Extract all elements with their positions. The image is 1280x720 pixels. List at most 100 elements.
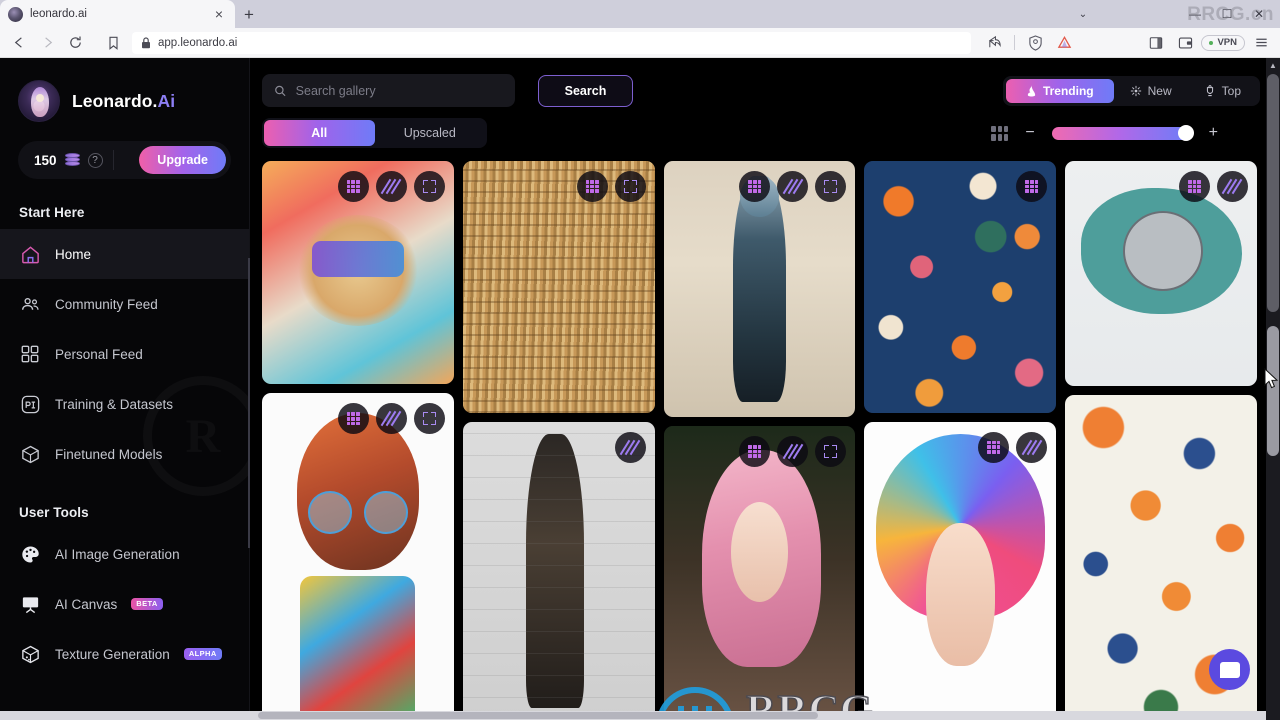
zoom-in-button[interactable]: + (1209, 125, 1218, 141)
maximize-button[interactable]: ☐ (1212, 1, 1242, 27)
gallery-card[interactable] (462, 421, 655, 720)
vpn-label: VPN (1217, 37, 1237, 48)
pixels-icon[interactable] (337, 171, 369, 202)
pixels-icon[interactable] (739, 171, 771, 202)
gallery-card[interactable] (864, 161, 1057, 413)
pixels-icon[interactable] (1178, 171, 1210, 202)
brand-logo-block[interactable]: Leonardo.Ai (0, 58, 249, 122)
sidebar-item-personal-feed[interactable]: Personal Feed (0, 329, 249, 379)
horizontal-scrollbar[interactable] (0, 711, 1266, 720)
training-datasets-icon (19, 393, 41, 415)
gallery-card[interactable] (1065, 161, 1257, 387)
filter-new-button[interactable]: New (1114, 79, 1188, 103)
scrollbar-thumb-inner[interactable] (1267, 326, 1279, 456)
minimize-button[interactable]: — (1180, 1, 1210, 27)
scrollbar-thumb-horizontal[interactable] (258, 712, 818, 719)
sidebar-item-community-feed[interactable]: Community Feed (0, 279, 249, 329)
badge-beta: BETA (131, 597, 163, 611)
vpn-toggle[interactable]: VPN (1201, 34, 1245, 51)
canvas-easel-icon (19, 593, 41, 615)
address-bar[interactable]: app.leonardo.ai (132, 31, 972, 54)
share-icon[interactable] (981, 30, 1007, 56)
scrollbar-thumb-outer[interactable] (1267, 74, 1279, 312)
sidebar-item-label: AI Canvas (55, 596, 118, 612)
pixels-icon[interactable] (576, 171, 608, 202)
sidebar-item-texture-generation[interactable]: Texture Generation ALPHA (0, 629, 249, 679)
sidebar-item-finetuned-models[interactable]: Finetuned Models (0, 429, 249, 479)
pixels-icon[interactable] (1016, 171, 1048, 202)
pixels-icon[interactable] (337, 403, 369, 435)
gallery-card[interactable] (663, 161, 856, 418)
upgrade-button[interactable]: Upgrade (139, 146, 226, 174)
card-actions (1016, 171, 1048, 202)
slash-icon[interactable] (375, 403, 407, 435)
slash-icon[interactable] (375, 171, 407, 202)
filter-top-button[interactable]: Top (1188, 79, 1257, 103)
expand-icon[interactable] (413, 171, 445, 202)
slash-icon[interactable] (1216, 171, 1248, 202)
zoom-slider[interactable] (1051, 125, 1194, 141)
grid-density-icon[interactable] (991, 125, 1009, 141)
search-button[interactable]: Search (538, 74, 633, 107)
credit-coins-icon (64, 153, 80, 167)
tab-upscaled[interactable]: Upscaled (375, 120, 486, 146)
intercom-chat-icon[interactable] (1209, 649, 1250, 690)
pixels-icon[interactable] (978, 431, 1010, 463)
browser-tab-title: leonardo.ai (30, 8, 87, 20)
sidebar-item-home[interactable]: Home (0, 229, 249, 279)
sidebar-item-ai-canvas[interactable]: AI Canvas BETA (0, 579, 249, 629)
hamburger-menu-icon[interactable] (1248, 30, 1274, 56)
expand-icon[interactable] (815, 436, 847, 468)
brave-leo-icon[interactable] (1051, 30, 1077, 56)
forward-icon[interactable] (34, 30, 60, 56)
artwork-image (663, 426, 856, 720)
search-input[interactable] (295, 83, 503, 98)
back-icon[interactable] (6, 30, 32, 56)
close-window-button[interactable]: ✕ (1244, 1, 1274, 27)
tab-all[interactable]: All (264, 120, 375, 146)
personal-feed-icon (19, 343, 41, 365)
gallery-card[interactable] (262, 393, 454, 720)
new-tab-button[interactable]: + (235, 2, 263, 28)
expand-icon[interactable] (614, 171, 646, 202)
wallet-icon[interactable] (1172, 30, 1198, 56)
bookmark-icon[interactable] (100, 30, 126, 56)
search-field-wrapper[interactable] (262, 74, 515, 107)
sidebar-item-ai-image-generation[interactable]: AI Image Generation (0, 529, 249, 579)
expand-icon[interactable] (413, 403, 445, 435)
gallery-card[interactable] (462, 161, 655, 413)
leonardo-favicon-icon (8, 6, 23, 22)
url-text: app.leonardo.ai (158, 36, 238, 49)
zoom-out-button[interactable]: − (1025, 125, 1034, 141)
gallery-card[interactable] (864, 421, 1057, 720)
slash-icon[interactable] (777, 436, 809, 468)
gallery-card[interactable] (262, 161, 454, 385)
card-actions (1178, 171, 1248, 202)
browser-tab[interactable]: leonardo.ai × (0, 0, 235, 28)
slash-icon[interactable] (777, 171, 809, 202)
slash-icon[interactable] (1016, 431, 1048, 463)
gallery-grid (262, 161, 1257, 720)
close-icon[interactable]: × (211, 6, 227, 22)
expand-icon[interactable] (815, 171, 847, 202)
gallery-column (663, 161, 856, 720)
sort-filter-group: Trending New Top (1002, 75, 1260, 106)
vertical-scrollbar[interactable]: ▲ (1266, 58, 1280, 720)
pixels-icon[interactable] (739, 436, 771, 468)
zoom-slider-knob[interactable] (1177, 125, 1194, 141)
sidebar-item-training-datasets[interactable]: Training & Datasets (0, 379, 249, 429)
filter-trending-button[interactable]: Trending (1005, 78, 1114, 103)
sidebar-panel-icon[interactable] (1143, 30, 1169, 56)
brave-shield-icon[interactable] (1022, 30, 1048, 56)
gallery-card[interactable] (663, 426, 856, 720)
slash-icon[interactable] (614, 431, 646, 463)
chevron-down-icon[interactable]: ⌄ (1068, 1, 1098, 27)
main-content: Search Trending New Top (250, 58, 1280, 720)
badge-alpha: ALPHA (183, 647, 222, 661)
scroll-up-arrow-icon[interactable]: ▲ (1266, 58, 1280, 72)
help-circle-icon[interactable]: ? (87, 152, 103, 168)
credits-amount: 150 (34, 152, 57, 168)
filter-label: Trending (1042, 83, 1094, 98)
reload-icon[interactable] (62, 30, 88, 56)
filter-label: Top (1221, 83, 1241, 98)
